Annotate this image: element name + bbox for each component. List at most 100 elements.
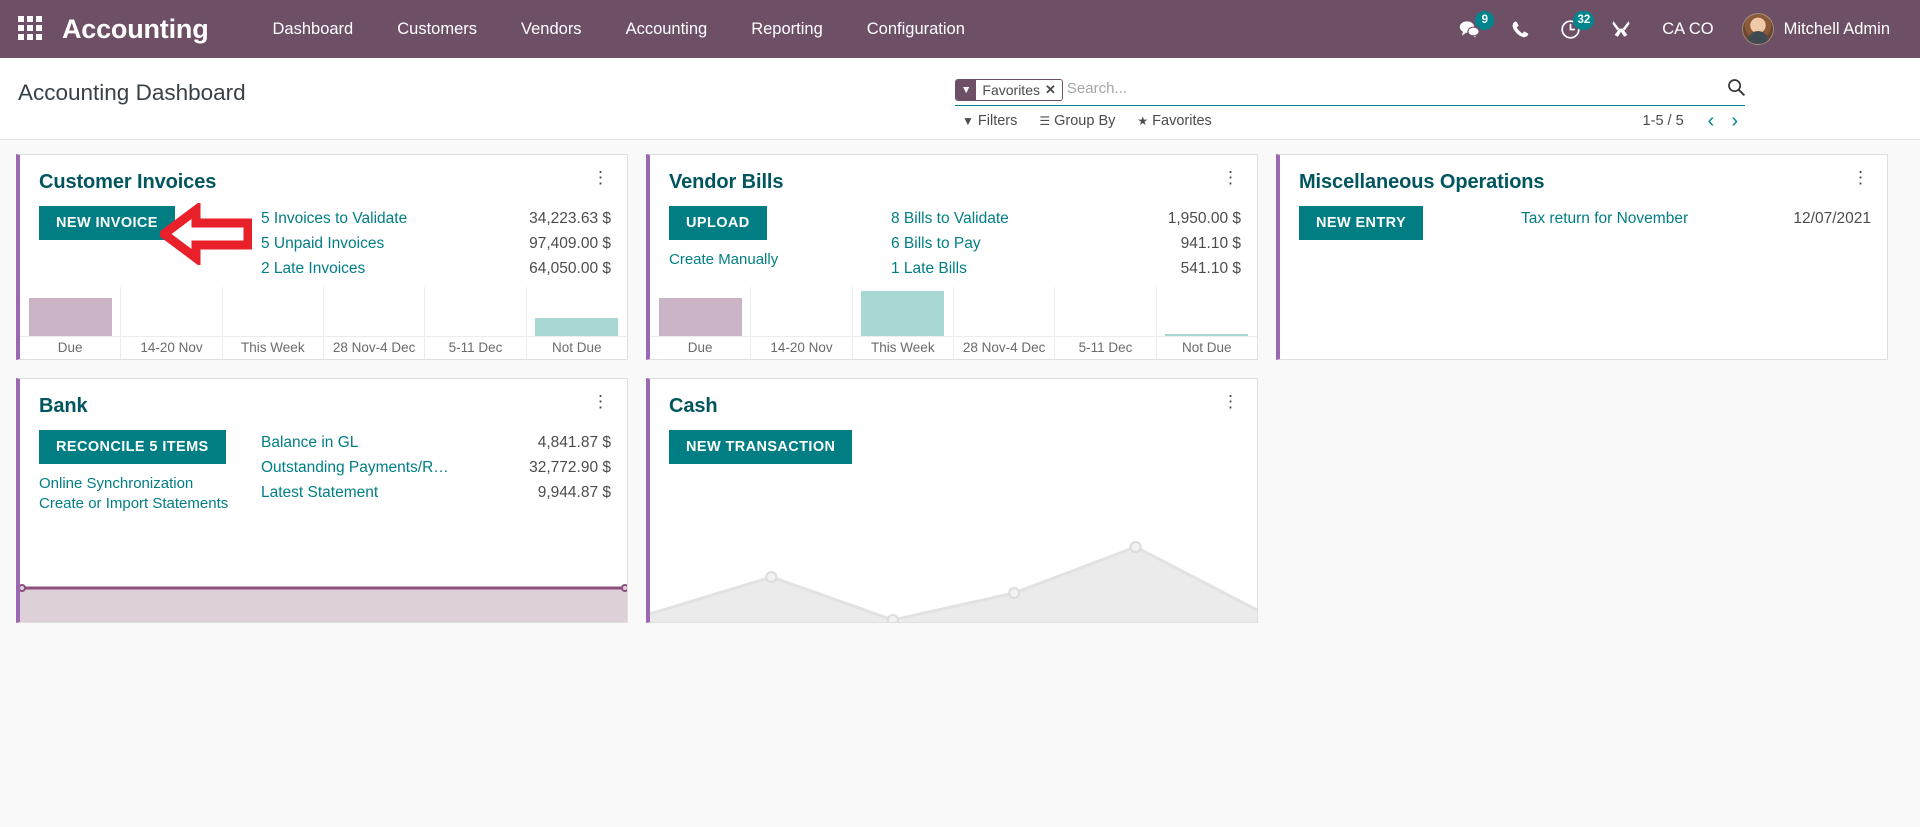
group-by-dropdown[interactable]: ☰ Group By xyxy=(1039,113,1115,129)
upload-button[interactable]: UPLOAD xyxy=(669,206,767,240)
bar-column[interactable]: 5-11 Dec xyxy=(425,287,526,359)
developer-tools-button[interactable] xyxy=(1596,0,1646,58)
card-menu-button[interactable]: ⋮ xyxy=(590,171,611,185)
bar-column[interactable]: This Week xyxy=(853,287,954,359)
stat-value: 9,944.87 $ xyxy=(526,480,611,505)
stat-label[interactable]: Latest Statement xyxy=(261,480,378,505)
stat-label[interactable]: 5 Unpaid Invoices xyxy=(261,231,384,256)
stat-label[interactable]: 1 Late Bills xyxy=(891,256,967,281)
stat-value: 34,223.63 $ xyxy=(517,206,611,231)
bar-column[interactable]: 28 Nov-4 Dec xyxy=(954,287,1055,359)
card-menu-button[interactable]: ⋮ xyxy=(590,395,611,409)
favorites-label: Favorites xyxy=(1152,113,1212,129)
axis-line xyxy=(853,336,953,337)
new-entry-button[interactable]: NEW ENTRY xyxy=(1299,206,1423,240)
top-navbar: Accounting Dashboard Customers Vendors A… xyxy=(0,0,1920,58)
filters-dropdown[interactable]: ▼ Filters xyxy=(962,113,1017,129)
bar-column[interactable]: Not Due xyxy=(527,287,627,359)
stat-label[interactable]: Balance in GL xyxy=(261,430,358,455)
stat-label[interactable]: 5 Invoices to Validate xyxy=(261,206,407,231)
bar-column[interactable]: Due xyxy=(20,287,121,359)
card-title[interactable]: Customer Invoices xyxy=(39,171,216,194)
stat-row: 8 Bills to Validate 1,950.00 $ xyxy=(891,206,1241,231)
stat-row: Latest Statement 9,944.87 $ xyxy=(261,480,611,505)
reconcile-items-button[interactable]: RECONCILE 5 ITEMS xyxy=(39,430,226,464)
card-header: Customer Invoices ⋮ xyxy=(20,155,627,194)
facet-remove-icon[interactable]: ✕ xyxy=(1045,80,1062,100)
bar-column[interactable]: Due xyxy=(650,287,751,359)
axis-line xyxy=(20,336,120,337)
stat-label[interactable]: 6 Bills to Pay xyxy=(891,231,981,256)
bar-label: 28 Nov-4 Dec xyxy=(333,337,416,359)
bar-column[interactable]: This Week xyxy=(223,287,324,359)
company-switcher[interactable]: CA CO xyxy=(1646,0,1729,58)
group-by-label: Group By xyxy=(1054,113,1115,129)
card-stats: 5 Invoices to Validate 34,223.63 $ 5 Unp… xyxy=(257,206,611,287)
stat-row: 5 Unpaid Invoices 97,409.00 $ xyxy=(261,231,611,256)
stat-row: 2 Late Invoices 64,050.00 $ xyxy=(261,256,611,281)
stat-value: 1,950.00 $ xyxy=(1156,206,1241,231)
bar-label: Not Due xyxy=(1182,337,1232,359)
voip-phone-button[interactable] xyxy=(1496,0,1545,58)
apps-grid-icon[interactable] xyxy=(18,16,44,42)
card-actions: RECONCILE 5 ITEMS Online Synchronization… xyxy=(39,430,257,578)
menu-item-reporting[interactable]: Reporting xyxy=(729,0,845,58)
activities-badge: 32 xyxy=(1573,11,1594,30)
stat-row: 5 Invoices to Validate 34,223.63 $ xyxy=(261,206,611,231)
card-title[interactable]: Bank xyxy=(39,395,88,418)
pager-previous-button[interactable]: ‹ xyxy=(1701,111,1722,131)
card-actions: NEW INVOICE xyxy=(39,206,257,287)
search-icon[interactable] xyxy=(1719,78,1745,101)
card-title[interactable]: Miscellaneous Operations xyxy=(1299,171,1544,194)
new-transaction-button[interactable]: NEW TRANSACTION xyxy=(669,430,852,464)
stat-label[interactable]: 2 Late Invoices xyxy=(261,256,365,281)
bar-column[interactable]: 14-20 Nov xyxy=(121,287,222,359)
online-synchronization-link[interactable]: Online Synchronization xyxy=(39,475,257,492)
pager: 1-5 / 5 ‹ › xyxy=(1643,111,1745,131)
axis-line xyxy=(1157,336,1257,337)
stat-label[interactable]: Outstanding Payments/R… xyxy=(261,455,449,480)
search-bar[interactable]: ▼ Favorites ✕ xyxy=(955,76,1745,106)
card-title[interactable]: Vendor Bills xyxy=(669,171,783,194)
card-header: Cash ⋮ xyxy=(650,379,1257,418)
menu-item-vendors[interactable]: Vendors xyxy=(499,0,604,58)
bar-column[interactable]: 28 Nov-4 Dec xyxy=(324,287,425,359)
axis-line xyxy=(324,336,424,337)
menu-item-dashboard[interactable]: Dashboard xyxy=(251,0,376,58)
messages-button[interactable]: 9 xyxy=(1444,0,1496,58)
menu-item-customers[interactable]: Customers xyxy=(375,0,499,58)
bar-column[interactable]: 5-11 Dec xyxy=(1055,287,1156,359)
bar-label: Not Due xyxy=(552,337,602,359)
search-input[interactable] xyxy=(1067,80,1719,99)
bar-column[interactable]: 14-20 Nov xyxy=(751,287,852,359)
bar-label: Due xyxy=(688,337,713,359)
new-invoice-button[interactable]: NEW INVOICE xyxy=(39,206,175,240)
bar-column[interactable]: Not Due xyxy=(1157,287,1257,359)
stat-label[interactable]: Tax return for November xyxy=(1521,206,1688,231)
create-manually-link[interactable]: Create Manually xyxy=(669,251,887,268)
phone-icon xyxy=(1511,20,1530,39)
magnifier-icon xyxy=(1727,78,1745,96)
pager-next-button[interactable]: › xyxy=(1724,111,1745,131)
filter-funnel-icon: ▼ xyxy=(956,80,976,100)
card-header: Bank ⋮ xyxy=(20,379,627,418)
search-dropdowns: ▼ Filters ☰ Group By ★ Favorites xyxy=(962,113,1212,129)
card-menu-button[interactable]: ⋮ xyxy=(1850,171,1871,185)
favorites-dropdown[interactable]: ★ Favorites xyxy=(1137,113,1211,129)
stat-row: 6 Bills to Pay 941.10 $ xyxy=(891,231,1241,256)
menu-item-accounting[interactable]: Accounting xyxy=(604,0,730,58)
stat-label[interactable]: 8 Bills to Validate xyxy=(891,206,1009,231)
messages-badge: 9 xyxy=(1475,11,1494,30)
search-facet-favorites[interactable]: ▼ Favorites ✕ xyxy=(955,79,1063,101)
user-menu[interactable]: Mitchell Admin xyxy=(1730,0,1896,58)
menu-item-configuration[interactable]: Configuration xyxy=(845,0,987,58)
activities-button[interactable]: 32 xyxy=(1545,0,1596,58)
axis-line xyxy=(527,336,627,337)
card-menu-button[interactable]: ⋮ xyxy=(1220,395,1241,409)
bar-label: 14-20 Nov xyxy=(140,337,202,359)
app-brand-title[interactable]: Accounting xyxy=(62,14,209,45)
stat-value: 4,841.87 $ xyxy=(526,430,611,455)
card-menu-button[interactable]: ⋮ xyxy=(1220,171,1241,185)
card-title[interactable]: Cash xyxy=(669,395,718,418)
create-import-statements-link[interactable]: Create or Import Statements xyxy=(39,495,257,512)
